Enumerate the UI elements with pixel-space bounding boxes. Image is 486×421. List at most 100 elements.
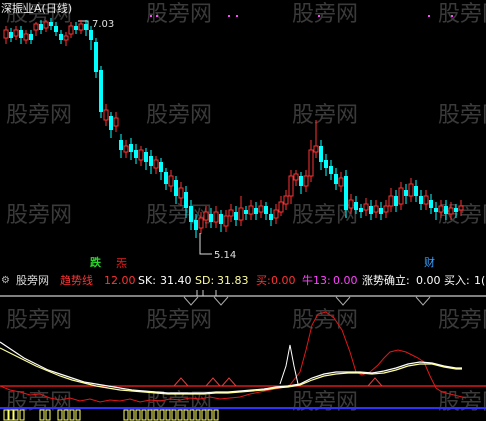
indicator-header: ⚙ 股旁网 趋势线 12.00 SK: 31.40 SD: 31.83 买: 0… [0,273,486,288]
candle-body [329,166,333,174]
candle-body [308,149,314,177]
candle-body [178,187,184,199]
white-spike [279,344,299,385]
up-triangles [173,377,383,387]
buy-value: 0.00 [271,274,296,287]
candle-body [258,205,264,213]
candle-body [319,146,323,162]
candle-body [184,192,188,208]
candle-body [404,190,408,196]
trend-value: 12.00 [104,274,136,287]
indicator-name[interactable]: 股旁网 [16,273,49,288]
candle-body [138,149,144,161]
signal-bar [129,409,135,421]
candle-body [338,177,344,187]
candle-body [234,212,238,220]
candle-body [213,211,219,223]
candle-body [438,205,444,213]
candle-body [109,116,113,130]
tick-marks [196,290,217,296]
signal-cai: 财 [424,256,435,269]
sd-value: 31.83 [217,274,249,287]
rise-label: 涨势确立: [362,274,410,287]
candle-body [89,30,93,40]
candle-body [159,162,163,172]
candle-body [39,24,43,30]
candle-body [363,203,369,211]
watermark: 股旁网 [292,390,359,415]
sd-label: SD: [195,274,215,287]
candle-body [228,209,234,217]
candle-body [444,206,448,214]
candle-body [33,23,39,31]
watermark: 股旁网 [438,308,486,333]
bull-value: 0.00 [333,274,358,287]
candle-body [29,34,33,40]
candle-body [189,206,193,222]
watermark: 股旁网 [438,390,486,415]
buy-label: 买: [256,274,271,287]
signal-bar [75,409,81,421]
sk-value: 31.40 [160,274,192,287]
signal-bar [123,409,129,421]
candle-body [313,145,319,153]
candle-body [63,35,69,41]
candle-body [408,183,414,197]
candle-body [194,220,198,230]
candle-body [19,30,23,38]
candle-body [54,26,58,32]
signal-bar [135,409,141,421]
candle-body [344,176,348,210]
low-price-label: 5.14 [214,250,237,261]
candle-body [454,208,458,212]
candle-body [43,21,49,29]
candle-body [248,205,254,215]
low-marker-line [199,233,212,255]
buyin-value: 1( [474,274,486,287]
candle-body [123,145,129,153]
candle-body [238,207,244,221]
candle-body [168,175,174,187]
candle-body [74,26,78,30]
rise-value: 0.00 [416,274,441,287]
candle-body [303,175,309,187]
candle-body [283,195,289,205]
candle-body [23,33,29,41]
candle-body [203,211,209,221]
candle-body [379,208,383,214]
candle-body [9,32,13,38]
top-markers [150,15,453,17]
candle-body [153,159,159,169]
candle-body [254,208,258,214]
candle-body [414,186,418,196]
candle-body [164,172,168,184]
candle-body [458,205,464,211]
candle-body [84,24,88,30]
candle-body [113,117,119,127]
buyin-label: 买入: [444,274,470,287]
candle-body [119,140,123,150]
watermark: 股旁网 [146,390,213,415]
trend-label: 趋势线 [60,274,93,287]
signal-die: 跌 [90,256,101,269]
candle-body [278,201,284,213]
candle-body [264,206,268,214]
candlestick-panel[interactable] [0,0,486,270]
candle-body [398,187,404,205]
watermark: 股旁网 [146,308,213,333]
candle-body [388,195,394,207]
indicator-gear-icon[interactable]: ⚙ [1,273,10,288]
sk-line [0,341,462,394]
candle-body [3,29,9,39]
candle-body [198,217,204,229]
candle-body [99,70,103,112]
candle-body [244,210,248,214]
candle-body [369,206,373,214]
candle-body [423,195,429,205]
candle-body [219,214,223,224]
candle-body [429,200,433,208]
candle-body [434,208,438,212]
signal-bar [213,409,219,421]
watermark: 股旁网 [6,390,73,415]
candle-body [78,23,84,31]
